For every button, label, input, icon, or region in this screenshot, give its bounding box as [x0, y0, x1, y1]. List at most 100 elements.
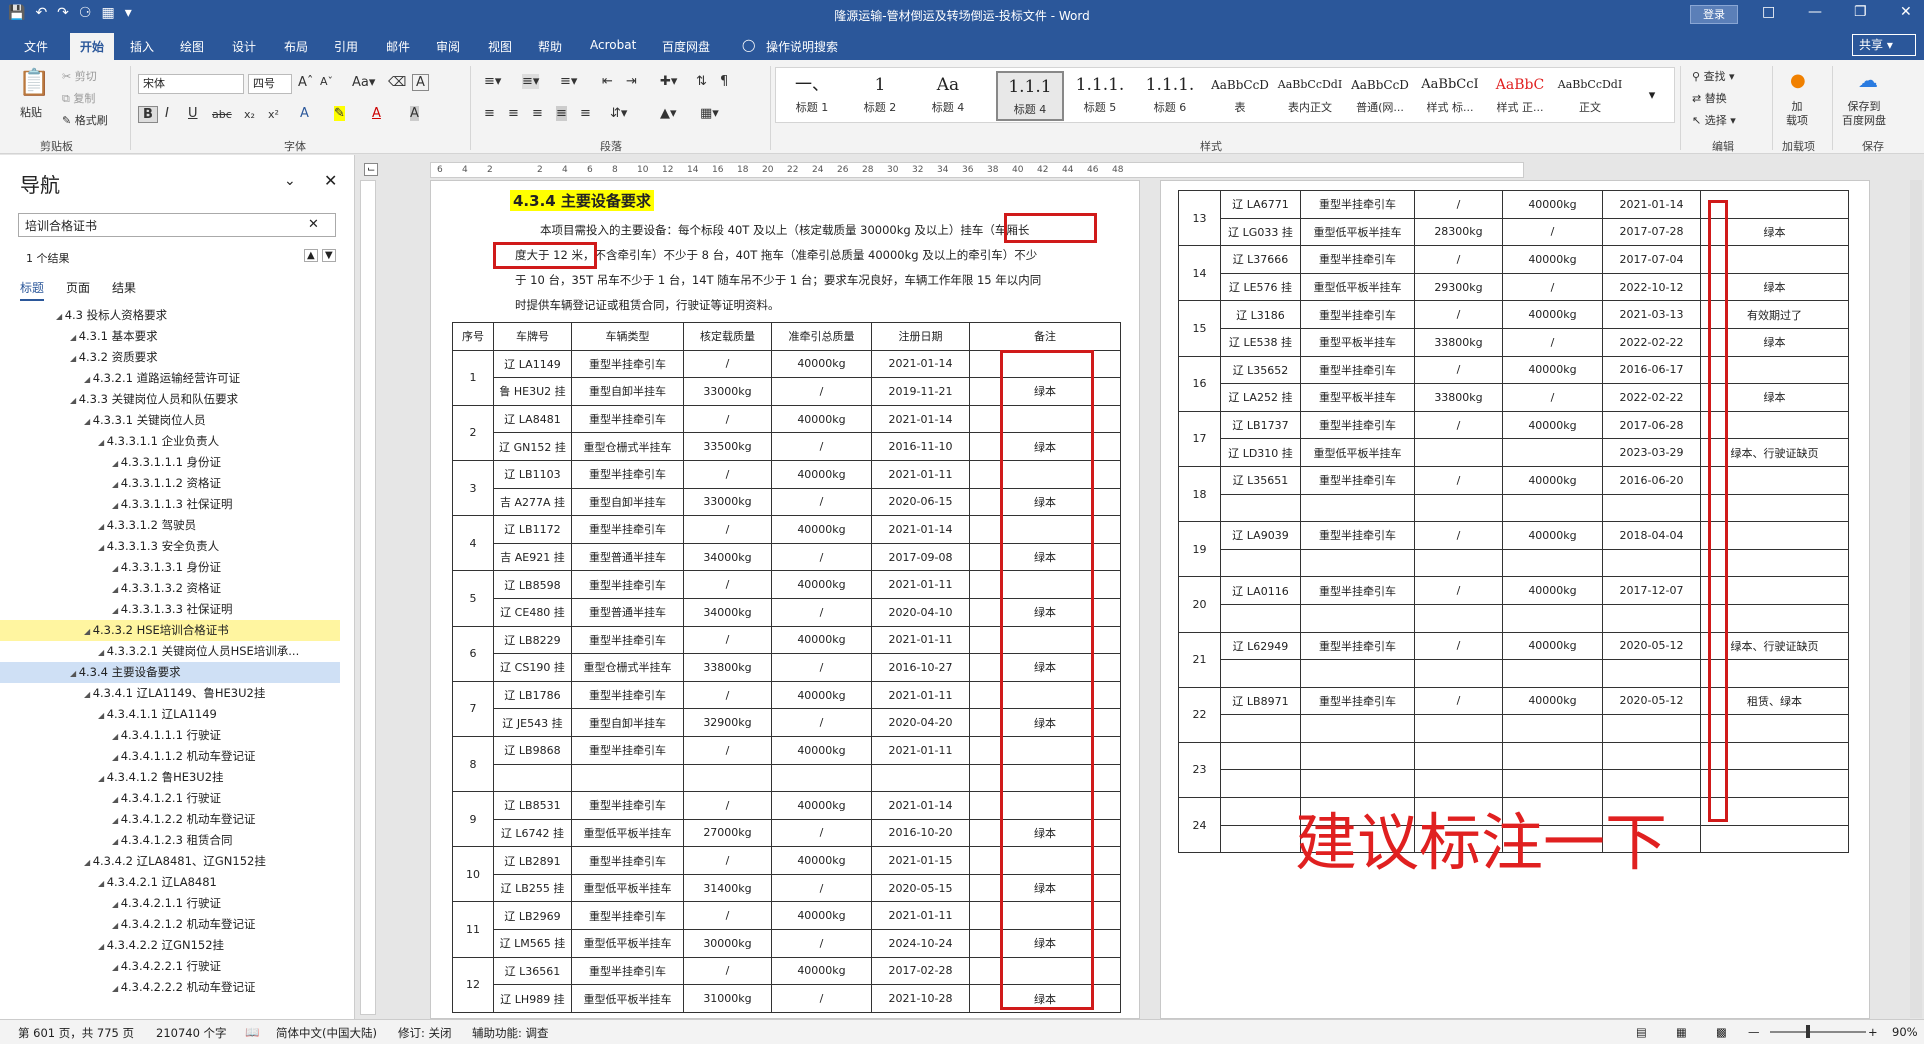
font-size-combo[interactable]: 四号	[248, 74, 292, 94]
nav-heading-item[interactable]: ◢ 4.3.4.2 辽LA8481、辽GN152挂	[0, 851, 340, 872]
nav-heading-item[interactable]: ◢ 4.3.4.2.1.2 机动车登记证	[0, 914, 340, 935]
table-cell[interactable]: 重型半挂牵引车	[1300, 631, 1415, 661]
table-cell[interactable]: /	[683, 901, 772, 931]
table-cell[interactable]: 2020-04-20	[871, 708, 970, 737]
table-cell[interactable]: 33500kg	[683, 432, 772, 461]
table-cell[interactable]: 重型半挂牵引车	[1300, 521, 1415, 550]
tab-insert[interactable]: 插入	[130, 38, 154, 55]
table-cell[interactable]: 重型半挂牵引车	[1300, 576, 1415, 605]
font-name-combo[interactable]: 宋体	[138, 74, 244, 94]
table-cell[interactable]: 辽 LA8481	[493, 404, 572, 434]
style-table-body[interactable]: AaBbCcDdI 表内正文	[1276, 71, 1344, 121]
collapse-triangle-icon[interactable]: ◢	[84, 375, 93, 384]
collapse-triangle-icon[interactable]: ◢	[112, 459, 121, 468]
ribbon-display-icon[interactable]: □	[1762, 4, 1775, 20]
zoom-in-icon[interactable]: +	[1868, 1025, 1878, 1039]
tab-mailings[interactable]: 邮件	[386, 38, 410, 55]
table-cell[interactable]	[1602, 493, 1701, 523]
bullets-icon[interactable]: ≡▾	[484, 74, 501, 89]
nav-heading-item[interactable]: ◢ 4.3.3.1.1.1 身份证	[0, 452, 340, 473]
table-cell[interactable]: 辽 L62949	[1220, 631, 1301, 661]
table-cell[interactable]: 2021-01-11	[871, 735, 970, 765]
table-cell[interactable]: 2021-01-14	[871, 349, 970, 379]
table-cell[interactable]: 吉 A277A 挂	[493, 487, 572, 517]
table-cell[interactable]: 2019-11-21	[871, 377, 970, 406]
table-cell[interactable]: 2021-10-28	[871, 984, 970, 1013]
multilevel-list-icon[interactable]: ≡▾	[560, 74, 577, 89]
row-number-cell[interactable]: 24	[1178, 797, 1221, 854]
table-cell[interactable]: 2016-11-10	[871, 432, 970, 461]
table-cell[interactable]: 40000kg	[771, 735, 872, 765]
table-cell[interactable]: /	[771, 542, 872, 572]
collapse-triangle-icon[interactable]: ◢	[112, 585, 121, 594]
collapse-triangle-icon[interactable]: ◢	[112, 606, 121, 615]
collapse-triangle-icon[interactable]: ◢	[112, 732, 121, 741]
sort-icon[interactable]: ⇅	[696, 74, 707, 89]
table-cell[interactable]: 辽 LB1786	[493, 680, 572, 710]
table-cell[interactable]: 2021-01-15	[871, 846, 970, 875]
table-cell[interactable]: 40000kg	[771, 404, 872, 434]
table-cell[interactable]: 重型半挂牵引车	[571, 404, 684, 434]
table-cell[interactable]: 辽 LB1103	[493, 459, 572, 489]
word-count[interactable]: 210740 个字	[156, 1025, 227, 1041]
table-cell[interactable]: 2020-05-12	[1602, 631, 1701, 661]
collapse-triangle-icon[interactable]: ◢	[70, 396, 79, 405]
table-cell[interactable]: /	[1414, 686, 1503, 716]
style-custom-body[interactable]: AaBbC 样式 正...	[1486, 71, 1554, 121]
table-cell[interactable]: 重型自卸半挂车	[571, 377, 684, 406]
table-cell[interactable]: /	[1414, 245, 1503, 274]
web-layout-icon[interactable]: ▩	[1716, 1025, 1727, 1039]
accessibility-status[interactable]: 辅助功能: 调查	[472, 1025, 549, 1041]
track-changes-status[interactable]: 修订: 关闭	[398, 1025, 452, 1041]
zoom-slider-thumb[interactable]	[1806, 1025, 1810, 1038]
table-cell[interactable]: /	[1502, 327, 1603, 357]
increase-indent-icon[interactable]: ⇥	[626, 74, 637, 89]
table-cell[interactable]: 辽 L35651	[1220, 465, 1301, 495]
table-cell[interactable]: 29300kg	[1414, 272, 1503, 302]
row-number-cell[interactable]: 17	[1178, 410, 1221, 467]
table-cell[interactable]: 2021-01-11	[871, 680, 970, 710]
table-cell[interactable]	[1502, 603, 1603, 633]
show-marks-icon[interactable]: ¶	[720, 74, 728, 89]
login-button[interactable]: 登录	[1690, 5, 1738, 24]
table-cell[interactable]: 2022-02-22	[1602, 383, 1701, 412]
table-cell[interactable]	[1502, 714, 1603, 743]
share-button[interactable]: 共享 ▾	[1852, 34, 1916, 56]
table-cell[interactable]: 40000kg	[1502, 190, 1603, 219]
table-cell[interactable]: 40000kg	[1502, 576, 1603, 605]
tab-design[interactable]: 设计	[232, 38, 256, 55]
tab-review[interactable]: 审阅	[436, 38, 460, 55]
table-cell[interactable]: 重型半挂牵引车	[1300, 300, 1415, 329]
table-cell[interactable]	[1220, 714, 1301, 743]
body-line[interactable]: 本项目需投入的主要设备：每个标段 40T 及以上（核定载质量 30000kg 及…	[540, 218, 1029, 243]
table-cell[interactable]: 辽 LE576 挂	[1220, 272, 1301, 302]
table-cell[interactable]: 2021-01-11	[871, 625, 970, 655]
table-cell[interactable]: 2022-02-22	[1602, 327, 1701, 357]
table-cell[interactable]: /	[771, 487, 872, 517]
table-cell[interactable]: 辽 LB9868	[493, 735, 572, 765]
collapse-triangle-icon[interactable]: ◢	[112, 921, 121, 930]
table-cell[interactable]	[1300, 548, 1415, 578]
table-cell[interactable]: 辽 LB1172	[493, 515, 572, 544]
distributed-icon[interactable]: ≡	[580, 106, 591, 121]
change-case-icon[interactable]: Aa▾	[352, 75, 375, 90]
table-cell[interactable]: 40000kg	[771, 791, 872, 820]
row-number-cell[interactable]: 15	[1178, 300, 1221, 357]
table-cell[interactable]	[1414, 659, 1503, 688]
table-cell[interactable]: 重型半挂牵引车	[571, 901, 684, 931]
table-cell[interactable]: 33800kg	[683, 653, 772, 682]
font-color-icon[interactable]: A	[372, 106, 381, 121]
zoom-out-icon[interactable]: —	[1748, 1025, 1760, 1039]
table-cell[interactable]: 40000kg	[1502, 300, 1603, 329]
table-cell[interactable]: 辽 JE543 挂	[493, 708, 572, 737]
char-border-icon[interactable]: A	[412, 74, 429, 91]
style-table[interactable]: AaBbCcD 表	[1206, 71, 1274, 121]
table-cell[interactable]: 重型低平板半挂车	[1300, 272, 1415, 302]
table-cell[interactable]: 2016-06-20	[1602, 465, 1701, 495]
row-number-cell[interactable]: 6	[452, 625, 494, 682]
paste-button[interactable]: 粘贴	[20, 104, 42, 120]
tab-references[interactable]: 引用	[334, 38, 358, 55]
table-cell[interactable]: 辽 L6742 挂	[493, 818, 572, 848]
borders-icon[interactable]: ▦▾	[700, 106, 719, 121]
table-cell[interactable]: /	[683, 570, 772, 599]
